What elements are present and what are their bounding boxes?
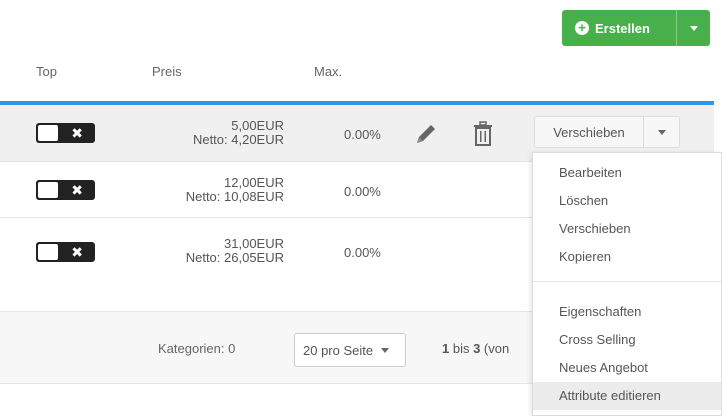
- close-icon: ✖: [71, 182, 83, 198]
- chevron-down-icon: [381, 347, 390, 353]
- create-main-button[interactable]: + Erstellen: [562, 10, 676, 46]
- category-count: Kategorien: 0: [158, 341, 236, 356]
- price-gross: 12,00EUR: [224, 175, 284, 190]
- price-gross: 31,00EUR: [224, 236, 284, 251]
- plus-icon: +: [575, 21, 589, 35]
- menu-item-delete[interactable]: Löschen: [533, 187, 721, 215]
- range-suffix: (von: [480, 341, 510, 356]
- top-toggle[interactable]: ✖: [36, 180, 95, 200]
- price-gross: 5,00EUR: [231, 118, 284, 133]
- menu-divider: [533, 281, 721, 282]
- menu-item-new-offer[interactable]: Neues Angebot: [533, 354, 721, 382]
- create-label: Erstellen: [595, 20, 650, 36]
- price-net: Netto: 10,08EUR: [185, 189, 284, 204]
- move-dropdown-toggle[interactable]: [644, 117, 679, 147]
- create-dropdown-toggle[interactable]: [677, 10, 710, 46]
- menu-item-properties[interactable]: Eigenschaften: [533, 298, 721, 326]
- price-net: Netto: 4,20EUR: [192, 132, 284, 147]
- trash-icon[interactable]: [471, 120, 495, 153]
- max-cell: 0.00%: [344, 184, 381, 199]
- move-dropdown-menu: Bearbeiten Löschen Verschieben Kopieren …: [532, 152, 722, 416]
- menu-item-edit[interactable]: Bearbeiten: [533, 159, 721, 187]
- menu-item-edit-attributes[interactable]: Attribute editieren: [533, 382, 721, 410]
- top-toggle[interactable]: ✖: [36, 242, 95, 262]
- close-icon: ✖: [71, 244, 83, 260]
- price-cell: 31,00EUR Netto: 26,05EUR: [154, 237, 284, 265]
- pagination-range: 1 bis 3 (von: [442, 341, 509, 356]
- menu-item-cross-selling[interactable]: Cross Selling: [533, 326, 721, 354]
- price-net: Netto: 26,05EUR: [185, 250, 284, 265]
- menu-item-copy[interactable]: Kopieren: [533, 243, 721, 271]
- per-page-select[interactable]: 20 pro Seite: [294, 333, 406, 367]
- header-max[interactable]: Max.: [314, 64, 342, 79]
- top-toggle[interactable]: ✖: [36, 123, 95, 143]
- move-button[interactable]: Verschieben: [534, 116, 680, 148]
- range-middle: bis: [449, 341, 474, 356]
- max-cell: 0.00%: [344, 127, 381, 142]
- price-cell: 12,00EUR Netto: 10,08EUR: [154, 176, 284, 204]
- pencil-icon[interactable]: [412, 120, 440, 153]
- per-page-value: 20 pro Seite: [303, 342, 374, 358]
- chevron-down-icon: [689, 25, 698, 31]
- move-main-button[interactable]: Verschieben: [535, 117, 644, 147]
- menu-item-move[interactable]: Verschieben: [533, 215, 721, 243]
- header-top[interactable]: Top: [36, 64, 57, 79]
- price-cell: 5,00EUR Netto: 4,20EUR: [154, 119, 284, 147]
- chevron-down-icon: [657, 129, 666, 135]
- header-price[interactable]: Preis: [152, 64, 182, 79]
- max-cell: 0.00%: [344, 245, 381, 260]
- close-icon: ✖: [71, 125, 83, 141]
- create-button[interactable]: + Erstellen: [562, 10, 710, 46]
